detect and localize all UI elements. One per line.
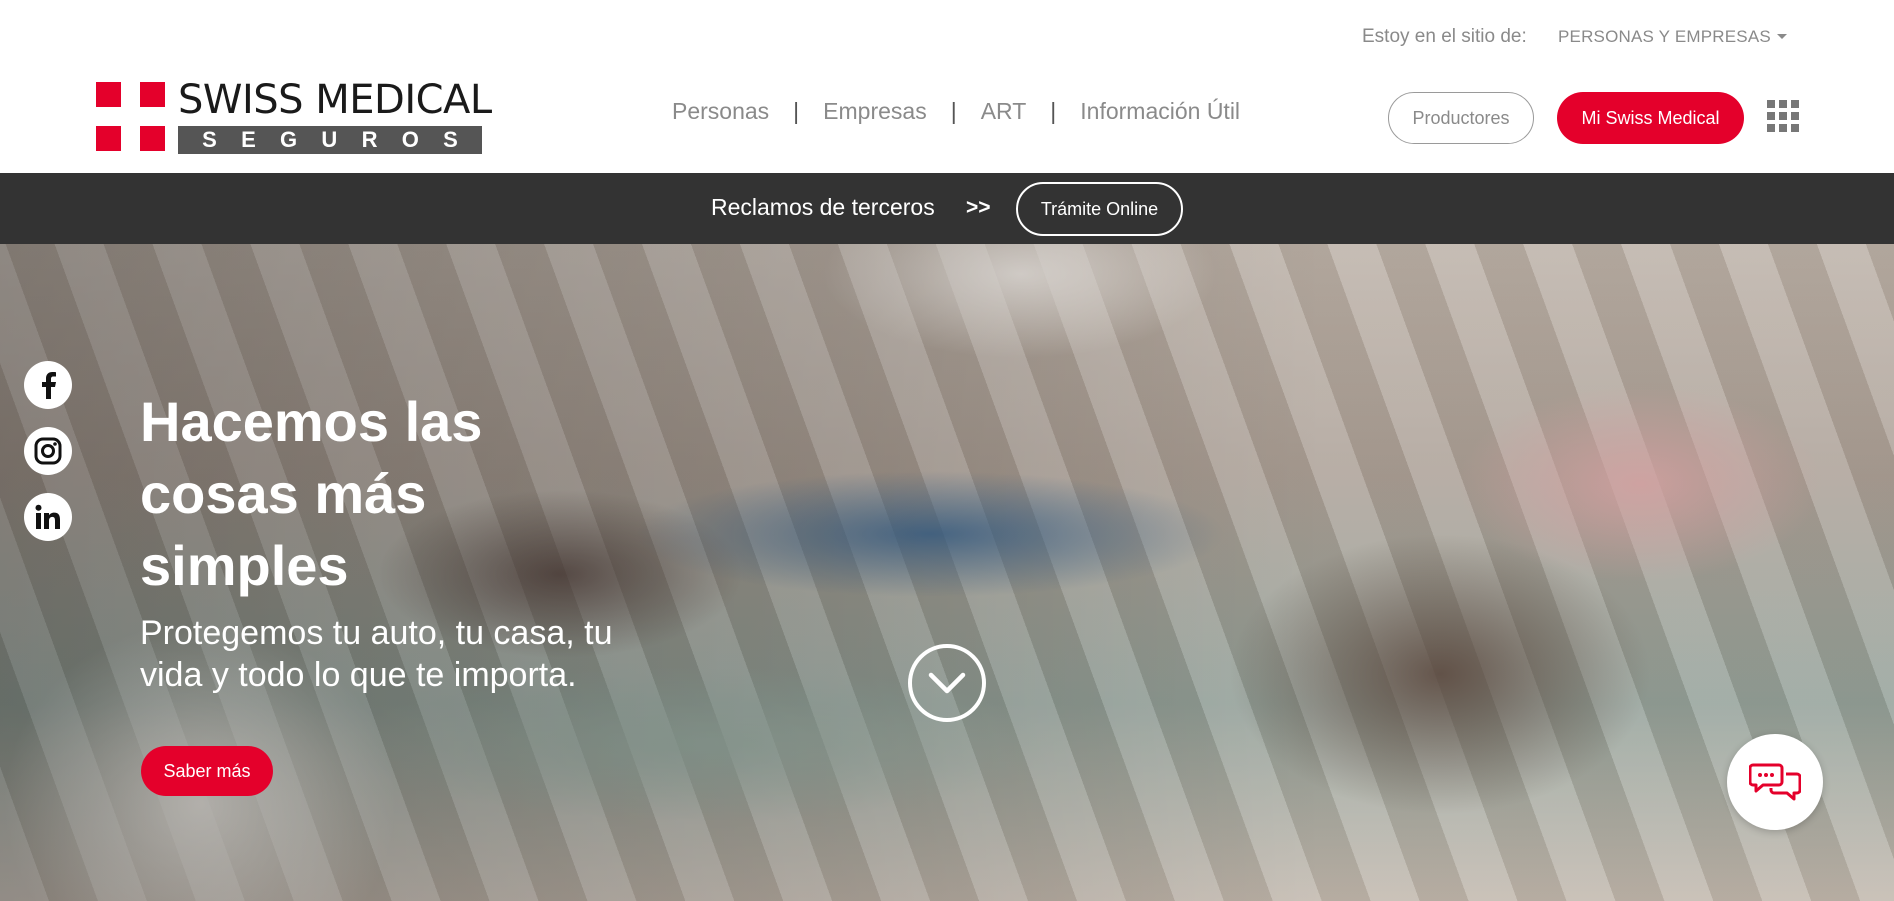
hero-title: Hacemos las cosas más simples	[140, 390, 483, 597]
chevron-down-icon	[928, 672, 966, 694]
nav-item-empresas[interactable]: Empresas	[823, 98, 927, 125]
facebook-icon	[42, 372, 56, 399]
logo-sub-letter: R	[361, 127, 378, 152]
logo-sub-letter: S	[443, 127, 458, 152]
reclamos-strip	[0, 173, 1894, 244]
nav-separator: |	[950, 98, 957, 124]
productores-button[interactable]: Productores	[1388, 92, 1534, 144]
caret-down-icon	[1776, 34, 1787, 39]
chat-bubbles-icon	[1749, 763, 1801, 801]
chat-button[interactable]	[1727, 734, 1823, 830]
saber-mas-button[interactable]: Saber más	[141, 746, 273, 796]
logo-sub-letter: S	[202, 127, 217, 152]
nav-item-personas[interactable]: Personas	[672, 98, 769, 125]
hero-subtitle: Protegemos tu auto, tu casa, tu vida y t…	[140, 614, 613, 694]
logo-sub-text: S E G U R O S	[178, 126, 482, 154]
logo-sub-letter: E	[241, 127, 256, 152]
logo-square-icon	[140, 126, 165, 151]
mi-swiss-medical-button[interactable]: Mi Swiss Medical	[1557, 92, 1744, 144]
site-selector-dropdown[interactable]: PERSONAS Y EMPRESAS	[1558, 27, 1787, 47]
logo-square-icon	[96, 82, 121, 107]
nav-item-art[interactable]: ART	[981, 98, 1027, 125]
linkedin-link[interactable]	[24, 493, 72, 541]
scroll-down-button[interactable]	[908, 644, 986, 722]
main-nav: Personas | Empresas | ART | Información …	[672, 98, 1240, 125]
logo-square-icon	[96, 126, 121, 151]
reclamos-text: Reclamos de terceros	[711, 194, 935, 220]
nav-separator: |	[793, 98, 800, 124]
tramite-online-button[interactable]: Trámite Online	[1016, 182, 1183, 236]
instagram-link[interactable]	[24, 427, 72, 475]
instagram-icon	[34, 437, 62, 465]
site-selector-value: PERSONAS Y EMPRESAS	[1558, 27, 1771, 46]
linkedin-icon	[35, 504, 60, 529]
apps-grid-icon[interactable]	[1767, 100, 1799, 134]
top-utility-bar: Estoy en el sitio de: PERSONAS Y EMPRESA…	[0, 0, 1894, 72]
facebook-link[interactable]	[24, 361, 72, 409]
site-selector-label: Estoy en el sitio de:	[1362, 26, 1527, 47]
nav-item-informacion-util[interactable]: Información Útil	[1080, 98, 1240, 125]
logo-brand-text: SWISS MEDICAL	[178, 77, 492, 123]
logo-square-icon	[140, 82, 165, 107]
swiss-medical-logo[interactable]: SWISS MEDICAL S E G U R O S	[96, 78, 492, 154]
logo-sub-letter: G	[280, 127, 298, 152]
double-arrow-icon: >>	[966, 196, 991, 219]
nav-separator: |	[1050, 98, 1057, 124]
logo-sub-letter: O	[401, 127, 419, 152]
logo-sub-letter: U	[321, 127, 338, 152]
